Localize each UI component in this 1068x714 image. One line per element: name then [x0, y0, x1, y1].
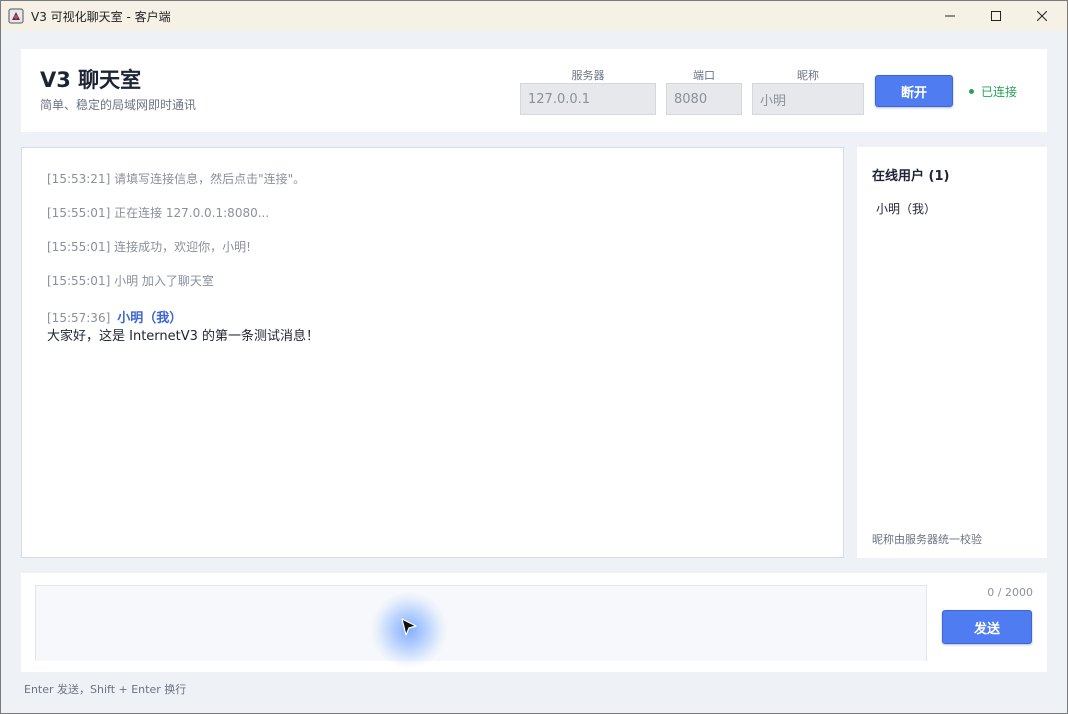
server-input[interactable] — [520, 83, 656, 115]
close-icon — [1037, 11, 1047, 21]
online-users-panel: 在线用户 (1) 小明（我） 昵称由服务器统一校验 — [857, 147, 1047, 558]
window-title: V3 可视化聊天室 - 客户端 — [31, 10, 171, 24]
mouse-cursor-icon — [401, 618, 417, 636]
minimize-button[interactable] — [927, 1, 973, 31]
message-time: [15:57:36] — [47, 311, 111, 325]
system-message: [15:53:21] 请填写连接信息，然后点击"连接"。 — [47, 172, 306, 186]
keyboard-hint: Enter 发送，Shift + Enter 换行 — [24, 683, 187, 696]
page-subtitle: 简单、稳定的局域网即时通讯 — [40, 98, 197, 112]
nickname-label: 昵称 — [797, 69, 819, 82]
server-label: 服务器 — [571, 69, 605, 82]
system-message: [15:55:01] 连接成功，欢迎你，小明! — [47, 240, 251, 254]
port-label: 端口 — [693, 69, 715, 82]
system-message: [15:55:01] 正在连接 127.0.0.1:8080... — [47, 206, 270, 220]
port-input[interactable] — [666, 83, 742, 115]
close-button[interactable] — [1019, 1, 1065, 31]
chat-message-header: [15:57:36] 小明（我） — [47, 307, 182, 326]
users-note: 昵称由服务器统一校验 — [872, 533, 982, 546]
maximize-icon — [991, 11, 1001, 21]
app-window: V3 可视化聊天室 - 客户端 V3 聊天室 简单、稳定的局域网即时通讯 服务器… — [0, 0, 1068, 714]
status-text: 已连接 — [981, 85, 1018, 99]
title-bar: V3 可视化聊天室 - 客户端 — [1, 1, 1067, 31]
message-input[interactable] — [35, 585, 927, 661]
nickname-input[interactable] — [752, 83, 864, 115]
connection-header: V3 聊天室 简单、稳定的局域网即时通讯 服务器 端口 昵称 断开 已连接 — [21, 49, 1047, 132]
online-users-title: 在线用户 (1) — [872, 169, 950, 184]
system-message: [15:55:01] 小明 加入了聊天室 — [47, 274, 214, 288]
message-text: 大家好，这是 InternetV3 的第一条测试消息！ — [47, 329, 320, 344]
app-icon — [8, 8, 24, 24]
chat-log[interactable]: [15:53:21] 请填写连接信息，然后点击"连接"。 [15:55:01] … — [21, 147, 844, 558]
message-author: 小明（我） — [117, 311, 183, 326]
composer: 0 / 2000 发送 — [21, 573, 1047, 672]
user-list-item[interactable]: 小明（我） — [876, 200, 936, 217]
maximize-button[interactable] — [973, 1, 1019, 31]
page-title: V3 聊天室 — [40, 68, 142, 92]
send-button[interactable]: 发送 — [942, 610, 1032, 644]
minimize-icon — [945, 15, 955, 17]
char-count: 0 / 2000 — [987, 586, 1033, 599]
disconnect-button[interactable]: 断开 — [875, 75, 953, 107]
connection-status: 已连接 — [969, 83, 1017, 100]
status-dot-icon — [969, 89, 974, 94]
